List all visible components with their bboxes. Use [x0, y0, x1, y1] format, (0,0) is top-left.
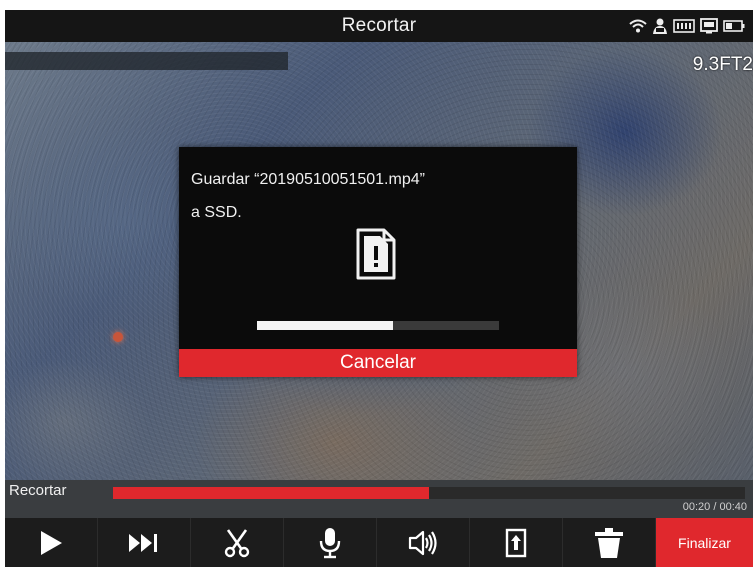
microphone-icon [319, 527, 341, 558]
finalize-button[interactable]: Finalizar [656, 518, 753, 567]
export-icon [505, 528, 527, 557]
play-icon [41, 530, 62, 555]
battery-icon [723, 19, 745, 33]
save-dialog: Guardar “20190510051501.mp4” a SSD. Canc… [179, 147, 577, 377]
speaker-icon [408, 530, 437, 555]
trim-timeline-fill [113, 487, 429, 499]
timecode: 00:20 / 00:40 [682, 501, 747, 513]
delete-button[interactable] [563, 518, 656, 567]
dialog-message-line2: a SSD. [191, 204, 242, 221]
skip-next-icon [129, 533, 157, 552]
skip-next-button[interactable] [98, 518, 191, 567]
microphone-button[interactable] [284, 518, 377, 567]
video-overlay-strip [5, 52, 288, 70]
video-marker [113, 332, 123, 342]
speaker-button[interactable] [377, 518, 470, 567]
device-screen: Recortar 9.3FT2 Guardar “20190510051501.… [5, 10, 753, 567]
trim-bar: Recortar 00:20 / 00:40 [5, 480, 753, 518]
trim-label: Recortar [9, 482, 67, 499]
save-progress-fill [257, 321, 393, 330]
title-bar: Recortar [5, 10, 753, 42]
play-button[interactable] [5, 518, 98, 567]
cut-button[interactable] [191, 518, 284, 567]
cancel-button[interactable]: Cancelar [179, 349, 577, 377]
export-button[interactable] [470, 518, 563, 567]
trash-icon [595, 527, 623, 558]
bottom-toolbar: Finalizar [5, 518, 753, 567]
status-icons [629, 17, 745, 35]
save-progress-bar [257, 321, 499, 330]
battery-keyboard-icon [673, 19, 695, 33]
depth-readout: 9.3FT2 [692, 54, 753, 75]
trim-timeline[interactable] [113, 487, 745, 499]
user-badge-icon [652, 17, 668, 35]
wifi-icon [629, 18, 647, 34]
scissors-icon [224, 528, 250, 557]
file-warning-icon [354, 227, 398, 286]
dialog-message-line1: Guardar “20190510051501.mp4” [191, 171, 425, 188]
storage-icon [700, 18, 718, 34]
